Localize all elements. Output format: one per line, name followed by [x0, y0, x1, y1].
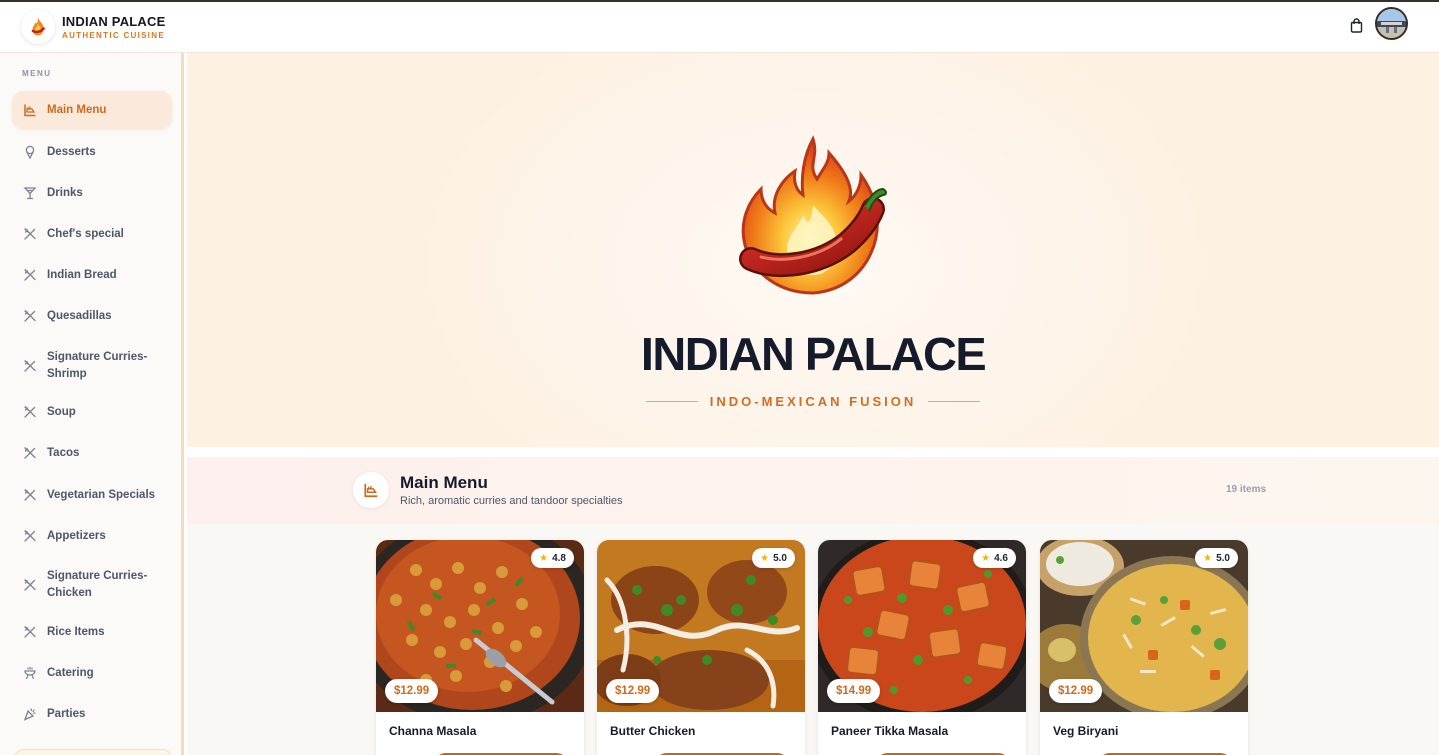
star-icon: ★	[1203, 552, 1213, 564]
rating-value: 5.0	[773, 552, 787, 564]
sidebar-item-label: Drinks	[47, 186, 83, 199]
sidebar-item-vegetarian-specials[interactable]: Vegetarian Specials	[12, 485, 172, 505]
tagline-divider	[928, 401, 981, 402]
sidebar-item-label: Desserts	[47, 145, 96, 158]
item-count: 19 items	[1226, 484, 1267, 495]
sidebar-item-desserts[interactable]: Desserts	[12, 142, 172, 162]
rating-value: 4.8	[552, 552, 566, 564]
flame-chili-logo-icon	[739, 135, 887, 295]
sidebar-item-tacos[interactable]: Tacos	[12, 443, 172, 463]
hero-divider	[187, 447, 1439, 457]
rating-value: 5.0	[1216, 552, 1230, 564]
sidebar-item-label: Catering	[47, 666, 94, 679]
sidebar-item-label: Soup	[47, 405, 76, 418]
sidebar-item-label: Signature Curries-Shrimp	[47, 351, 148, 380]
utensils-icon	[22, 267, 38, 283]
star-icon: ★	[981, 552, 991, 564]
grill-icon	[22, 665, 38, 681]
sidebar-item-label: Quesadillas	[47, 309, 112, 322]
utensils-icon	[22, 624, 38, 640]
avatar[interactable]	[1375, 7, 1408, 40]
sidebar-item-indian-bread[interactable]: Indian Bread	[12, 265, 172, 285]
butter-chicken-photo: ★ 5.0 $12.99	[597, 540, 805, 712]
category-header: Main Menu Rich, aromatic curries and tan…	[187, 457, 1439, 524]
rating-badge: ★ 4.6	[973, 548, 1016, 568]
utensils-icon	[22, 404, 38, 420]
hero-tagline-row: INDO-MEXICAN FUSION	[187, 394, 1439, 409]
sidebar-footer-pill[interactable]	[14, 749, 172, 755]
hero-title: INDIAN PALACE	[640, 328, 987, 380]
sidebar: MENU Main Menu Desserts Drinks Chef's sp…	[0, 53, 184, 755]
dish-name: Channa Masala	[389, 724, 477, 738]
chickpea-curry-photo: ★ 4.8 $12.99	[376, 540, 584, 712]
sidebar-item-rice-items[interactable]: Rice Items	[12, 622, 172, 642]
veg-biryani-photo: ★ 5.0 $12.99	[1040, 540, 1248, 712]
utensils-icon	[22, 528, 38, 544]
utensils-icon	[22, 308, 38, 324]
sidebar-item-signature-curries-shrimp[interactable]: Signature Curries-Shrimp	[12, 348, 162, 384]
brand-subtitle: AUTHENTIC CUISINE	[62, 31, 165, 40]
sidebar-item-label: Vegetarian Specials	[47, 488, 156, 501]
menu-card[interactable]: ★ 5.0 $12.99 Butter Chicken	[597, 540, 805, 755]
rating-value: 4.6	[994, 552, 1008, 564]
utensils-icon	[22, 226, 38, 242]
utensils-icon	[22, 445, 38, 461]
utensils-icon	[22, 358, 38, 374]
category-subtitle: Rich, aromatic curries and tandoor speci…	[400, 495, 623, 507]
brand[interactable]: INDIAN PALACE AUTHENTIC CUISINE	[21, 10, 165, 44]
tandoor-icon	[353, 472, 389, 508]
sidebar-item-signature-curries-chicken[interactable]: Signature Curries-Chicken	[12, 567, 162, 603]
menu-card[interactable]: ★ 5.0 $12.99 Veg Biryani	[1040, 540, 1248, 755]
price-badge: $12.99	[1049, 679, 1103, 703]
rating-badge: ★ 4.8	[531, 548, 574, 568]
sidebar-item-soup[interactable]: Soup	[12, 402, 172, 422]
dish-name: Veg Biryani	[1053, 724, 1119, 738]
sidebar-item-catering[interactable]: Catering	[12, 663, 172, 683]
sidebar-item-quesadillas[interactable]: Quesadillas	[12, 306, 172, 326]
utensils-icon	[22, 487, 38, 503]
rating-badge: ★ 5.0	[752, 548, 795, 568]
price-badge: $12.99	[606, 679, 660, 703]
star-icon: ★	[539, 552, 549, 564]
sidebar-item-drinks[interactable]: Drinks	[12, 183, 172, 203]
sidebar-item-label: Indian Bread	[47, 268, 117, 281]
rating-badge: ★ 5.0	[1195, 548, 1238, 568]
price-badge: $12.99	[385, 679, 439, 703]
brand-title: INDIAN PALACE	[62, 14, 166, 29]
hero-tagline: INDO-MEXICAN FUSION	[709, 394, 917, 409]
sidebar-item-label: Chef's special	[47, 227, 124, 240]
category-title: Main Menu	[400, 473, 488, 492]
ice-cream-icon	[22, 144, 38, 160]
sidebar-item-parties[interactable]: Parties	[12, 704, 172, 724]
sidebar-item-label: Rice Items	[47, 625, 105, 638]
price-badge: $14.99	[827, 679, 881, 703]
sidebar-item-main-menu[interactable]: Main Menu	[12, 91, 172, 129]
paneer-tikka-photo: ★ 4.6 $14.99	[818, 540, 1026, 712]
hero-banner: INDIAN PALACE INDO-MEXICAN FUSION	[187, 53, 1439, 457]
sidebar-item-label: Tacos	[47, 446, 80, 459]
menu-card[interactable]: ★ 4.6 $14.99 Paneer Tikka Masala	[818, 540, 1026, 755]
sidebar-item-label: Appetizers	[47, 529, 106, 542]
menu-cards-grid: ★ 4.8 $12.99 Channa Masala ★ 5.0 $12.99 …	[187, 524, 1439, 755]
sidebar-item-label: Signature Curries-Chicken	[47, 570, 148, 599]
tagline-divider	[645, 401, 698, 402]
menu-card[interactable]: ★ 4.8 $12.99 Channa Masala	[376, 540, 584, 755]
flame-logo-icon	[21, 10, 55, 44]
cocktail-icon	[22, 185, 38, 201]
sidebar-item-label: Main Menu	[47, 103, 107, 116]
top-bar: INDIAN PALACE AUTHENTIC CUISINE	[0, 2, 1439, 53]
utensils-icon	[22, 577, 38, 593]
star-icon: ★	[760, 552, 770, 564]
sidebar-item-label: Parties	[47, 707, 86, 720]
sidebar-item-chefs-special[interactable]: Chef's special	[12, 224, 172, 244]
tandoor-icon	[22, 102, 38, 118]
party-popper-icon	[22, 706, 38, 722]
dish-name: Butter Chicken	[610, 724, 696, 738]
sidebar-heading: MENU	[22, 69, 52, 78]
dish-name: Paneer Tikka Masala	[831, 724, 949, 738]
sidebar-item-appetizers[interactable]: Appetizers	[12, 526, 172, 546]
shopping-bag-icon[interactable]	[1345, 15, 1367, 37]
